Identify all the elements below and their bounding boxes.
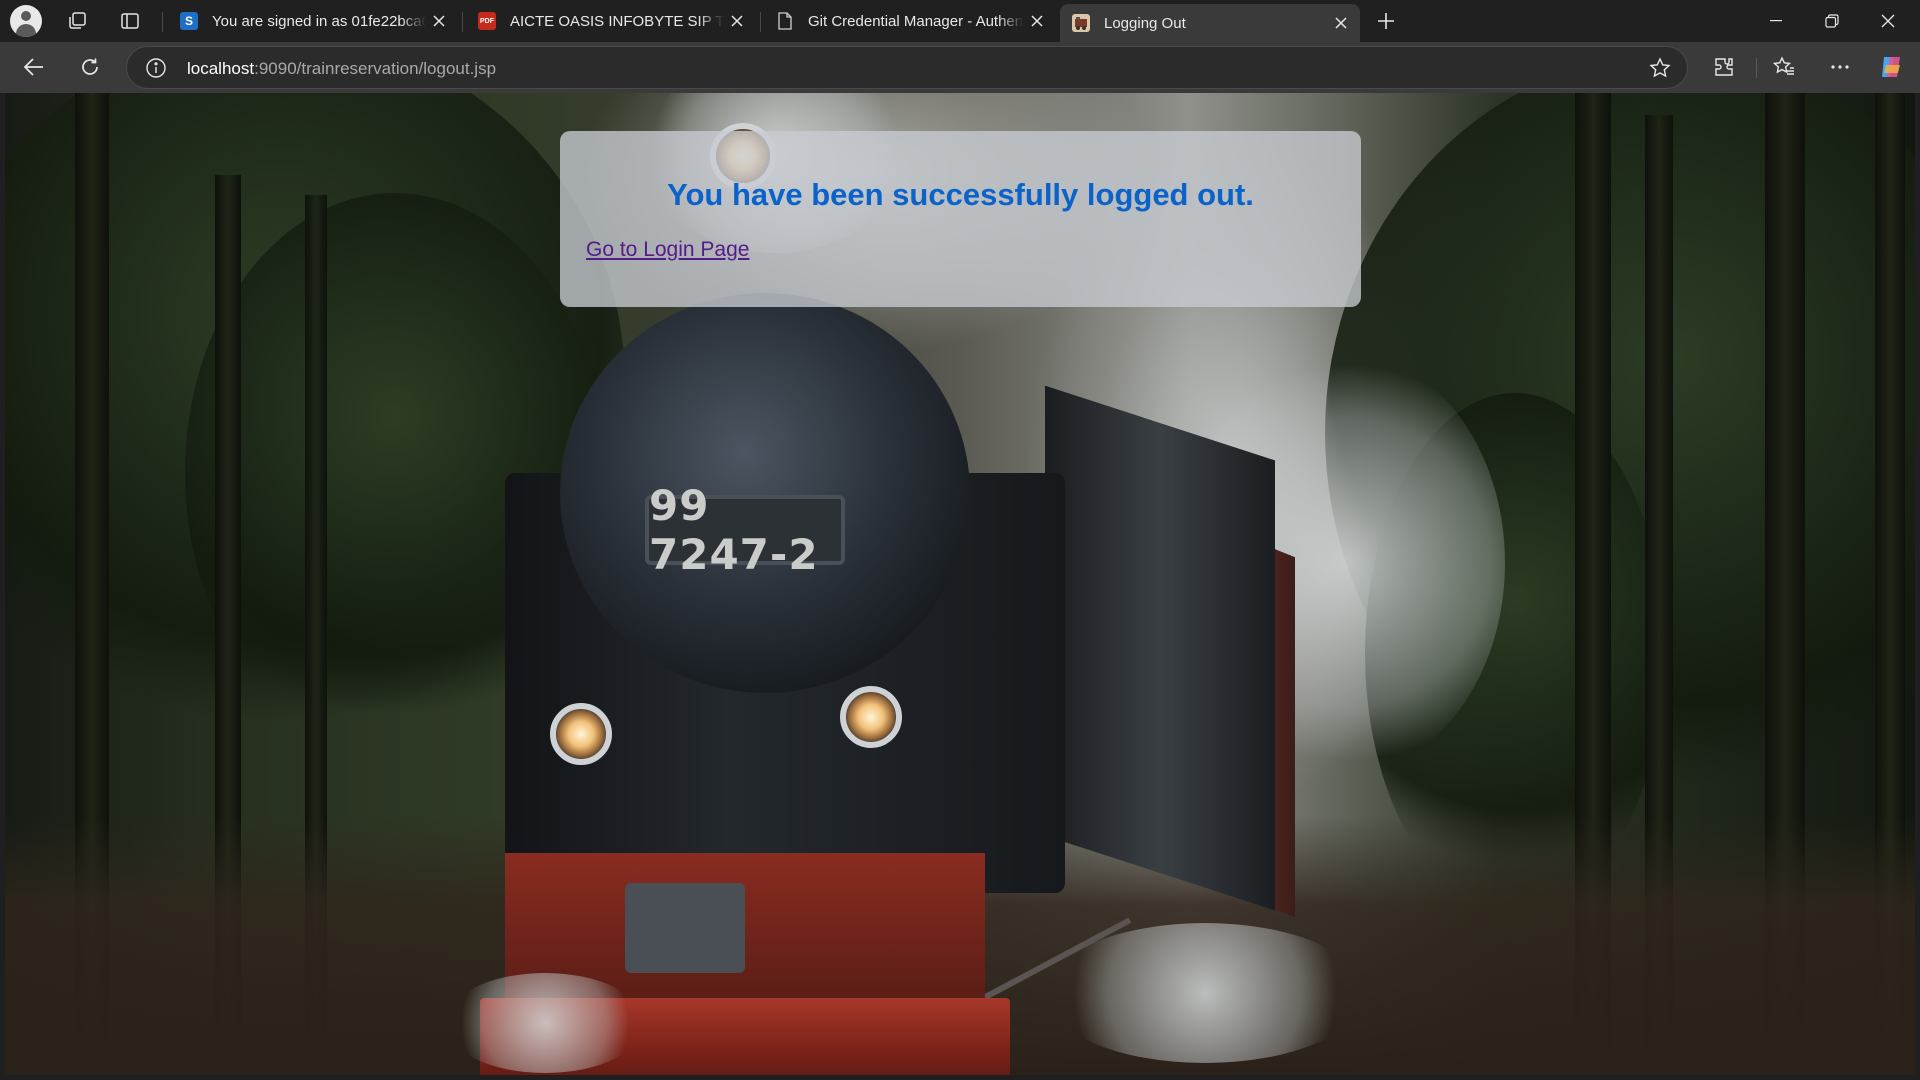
tab-aicte-pdf[interactable]: PDF AICTE OASIS INFOBYTE SIP TASK L bbox=[466, 4, 756, 38]
tab-logging-out[interactable]: Logging Out bbox=[1060, 4, 1360, 42]
close-window-icon[interactable] bbox=[1860, 0, 1916, 42]
url-host: localhost bbox=[187, 59, 255, 78]
go-to-login-link[interactable]: Go to Login Page bbox=[586, 238, 749, 262]
pdf-icon: PDF bbox=[478, 12, 496, 30]
close-tab-icon[interactable] bbox=[1328, 10, 1354, 36]
address-bar[interactable]: localhost:9090/trainreservation/logout.j… bbox=[126, 46, 1688, 89]
favorite-star-icon[interactable] bbox=[1649, 57, 1671, 79]
tab-title: You are signed in as 01fe22bca00 bbox=[212, 12, 426, 30]
extensions-icon[interactable] bbox=[1704, 49, 1744, 85]
close-tab-icon[interactable] bbox=[724, 8, 750, 34]
profile-avatar-icon[interactable] bbox=[10, 5, 42, 37]
workspaces-icon[interactable] bbox=[57, 4, 97, 38]
browser-toolbar: localhost:9090/trainreservation/logout.j… bbox=[0, 42, 1920, 93]
logout-success-message: You have been successfully logged out. bbox=[667, 177, 1254, 212]
copilot-icon[interactable] bbox=[1872, 49, 1912, 85]
locomotive-number-plate: 99 7247-2 bbox=[645, 481, 845, 579]
page-viewport: 99 7247-2 You have been successfully log… bbox=[5, 93, 1915, 1075]
vertical-tabs-icon[interactable] bbox=[110, 4, 150, 38]
s-logo-icon: S bbox=[180, 12, 198, 30]
tab-title: AICTE OASIS INFOBYTE SIP TASK L bbox=[510, 12, 724, 30]
tab-git-credential[interactable]: Git Credential Manager - Authent bbox=[764, 4, 1056, 38]
tab-signed-in[interactable]: S You are signed in as 01fe22bca00 bbox=[168, 4, 458, 38]
new-tab-icon[interactable] bbox=[1366, 4, 1406, 38]
url-path: :9090/trainreservation/logout.jsp bbox=[254, 59, 497, 78]
close-tab-icon[interactable] bbox=[426, 8, 452, 34]
refresh-icon[interactable] bbox=[70, 49, 110, 85]
site-info-icon[interactable] bbox=[145, 57, 167, 79]
browser-tab-strip: S You are signed in as 01fe22bca00 PDF A… bbox=[0, 0, 1920, 42]
restore-icon[interactable] bbox=[1804, 0, 1860, 42]
tab-title: Git Credential Manager - Authent bbox=[808, 12, 1024, 30]
train-site-icon bbox=[1072, 14, 1090, 32]
favorites-icon[interactable] bbox=[1764, 49, 1804, 85]
close-tab-icon[interactable] bbox=[1024, 8, 1050, 34]
window-bottom-border bbox=[0, 1075, 1920, 1080]
url-text[interactable]: localhost:9090/trainreservation/logout.j… bbox=[187, 59, 496, 79]
minimize-icon[interactable] bbox=[1748, 0, 1804, 42]
tab-title: Logging Out bbox=[1104, 14, 1186, 32]
more-menu-icon[interactable] bbox=[1820, 49, 1860, 85]
back-arrow-icon[interactable] bbox=[14, 49, 54, 85]
blank-page-icon bbox=[776, 12, 794, 30]
logout-message-card: You have been successfully logged out. G… bbox=[560, 131, 1361, 307]
